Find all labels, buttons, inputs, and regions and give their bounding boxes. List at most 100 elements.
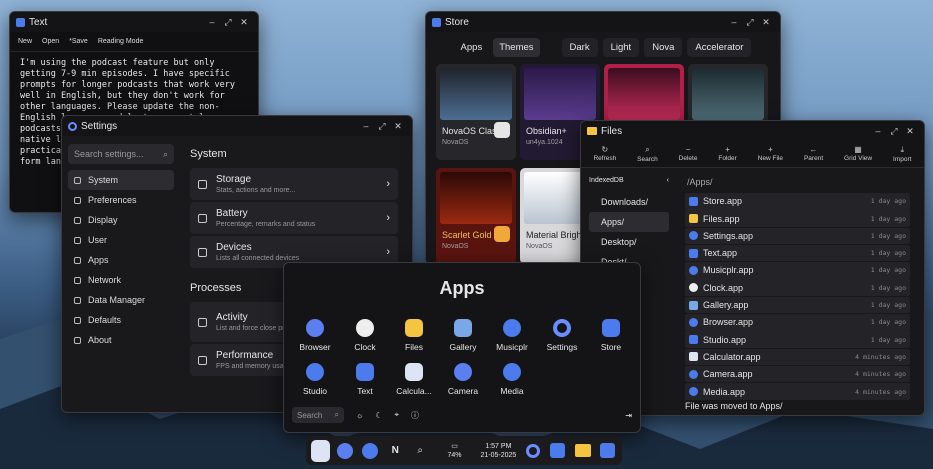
maximize-icon[interactable]: ⤢ [886,126,902,137]
taskbar-files-icon[interactable] [573,440,592,462]
sidebar-item-preferences[interactable]: Preferences [68,190,174,210]
file-row[interactable]: Calculator.app 4 minutes ago [685,348,910,366]
refresh-button[interactable]: ↻ Refresh [593,145,616,163]
theme-tile[interactable]: Scarlet Gold NovaOS [436,168,516,264]
sidebar-item-defaults[interactable]: Defaults [68,310,174,330]
delete-button[interactable]: − Delete [679,145,698,163]
app-gallery[interactable]: Gallery [438,319,488,352]
app-calculator[interactable]: Calcula... [389,363,439,396]
close-icon[interactable]: ✕ [390,121,406,132]
file-row[interactable]: Browser.app 1 day ago [685,314,910,331]
battery-icon [198,213,207,223]
theme-tile[interactable]: NovaOS Classic NovaOS [436,64,516,160]
text-titlebar[interactable]: Text – ⤢ ✕ [10,12,258,32]
maximize-icon[interactable]: ⤢ [742,17,758,28]
text-icon [600,443,616,458]
brightness-icon[interactable]: ☼ [356,411,363,420]
tab-themes[interactable]: Themes [493,38,540,57]
tree-item[interactable]: Desktop/ [589,232,669,252]
minimize-icon[interactable]: – [726,17,742,27]
parent-button[interactable]: ← Parent [804,145,823,163]
moon-icon[interactable]: ☾ [375,411,382,420]
tree-item[interactable]: Downloads/ [589,192,669,212]
files-titlebar[interactable]: Files – ⤢ ✕ [581,121,924,141]
taskbar-store-icon[interactable] [548,440,567,462]
download-icon[interactable] [494,226,510,242]
taskbar-nova-button[interactable]: N [386,440,405,462]
launcher-search-input[interactable]: Search ⌕ [292,407,344,423]
app-settings[interactable]: Settings [537,319,587,352]
info-icon[interactable]: ⓘ [411,410,419,421]
taskbar-clock[interactable]: 1:57 PM 21-05-2025 [479,442,517,460]
close-icon[interactable]: ✕ [902,126,918,137]
text-file-icon [689,248,698,258]
section-system-heading: System [190,148,227,160]
file-row[interactable]: Camera.app 4 minutes ago [685,365,910,383]
file-row[interactable]: Settings.app 1 day ago [685,227,910,245]
file-row[interactable]: Files.app 1 day ago [685,210,910,227]
download-icon[interactable] [494,122,510,138]
menu-new[interactable]: New [18,38,32,45]
new-folder-button[interactable]: + Folder [718,145,736,163]
close-icon[interactable]: ✕ [758,17,774,28]
taskbar-text-icon[interactable] [598,440,617,462]
taskbar-media-icon[interactable] [361,440,380,462]
file-row[interactable]: Musicplr.app 1 day ago [685,262,910,279]
app-media[interactable]: Media [487,363,537,396]
location-icon[interactable]: ⌖ [395,410,400,420]
sidebar-item-data-manager[interactable]: Data Manager [68,290,174,310]
taskbar-calculator-icon[interactable] [311,439,330,462]
minimize-icon[interactable]: – [204,17,220,27]
filter-nova[interactable]: Nova [644,38,683,57]
new-file-button[interactable]: + New File [758,145,783,163]
maximize-icon[interactable]: ⤢ [374,121,390,132]
settings-titlebar[interactable]: Settings – ⤢ ✕ [62,116,412,136]
close-icon[interactable]: ✕ [236,17,252,28]
menu-reading-mode[interactable]: Reading Mode [98,38,144,45]
taskbar-settings-icon[interactable] [523,440,542,462]
maximize-icon[interactable]: ⤢ [220,17,236,28]
tree-item-active[interactable]: Apps/ [589,212,669,232]
app-musicplr[interactable]: Musicplr [487,319,537,352]
apps-icon [74,256,81,264]
grid-view-button[interactable]: ▦ Grid View [844,145,872,163]
sidebar-item-system[interactable]: System [68,170,174,190]
file-row[interactable]: Text.app 1 day ago [685,244,910,262]
sidebar-item-user[interactable]: User [68,230,174,250]
taskbar-camera-icon[interactable] [336,440,355,462]
logout-icon[interactable]: ⇥ [625,411,632,420]
settings-search-input[interactable]: Search settings... ⌕ [68,144,174,164]
filter-light[interactable]: Light [602,38,640,57]
battery-card[interactable]: Battery Percentage, remarks and status › [190,202,398,234]
app-store[interactable]: Store [586,319,636,352]
app-camera[interactable]: Camera [438,363,488,396]
chevron-left-icon[interactable]: ‹ [667,177,669,184]
sidebar-item-network[interactable]: Network [68,270,174,290]
filter-dark[interactable]: Dark [561,38,598,57]
music-icon [503,319,521,337]
import-button[interactable]: ⤓ Import [893,145,911,163]
app-browser[interactable]: Browser [290,319,340,352]
app-text[interactable]: Text [340,363,390,396]
store-titlebar[interactable]: Store – ⤢ ✕ [426,12,780,32]
taskbar-search-icon[interactable]: ⌕ [411,440,430,462]
app-studio[interactable]: Studio [290,363,340,396]
storage-card[interactable]: Storage Stats, actions and more... › [190,168,398,200]
file-row[interactable]: Media.app 4 minutes ago [685,383,910,400]
filter-accelerator[interactable]: Accelerator [687,38,752,57]
minimize-icon[interactable]: – [870,126,886,136]
search-button[interactable]: ⌕ Search [637,145,658,163]
sidebar-item-about[interactable]: About [68,330,174,350]
file-row[interactable]: Studio.app 1 day ago [685,331,910,348]
file-row[interactable]: Store.app 1 day ago [685,193,910,210]
minimize-icon[interactable]: – [358,121,374,131]
menu-save[interactable]: *Save [69,38,88,45]
app-clock[interactable]: Clock [340,319,390,352]
sidebar-item-apps[interactable]: Apps [68,250,174,270]
sidebar-item-display[interactable]: Display [68,210,174,230]
menu-open[interactable]: Open [42,38,59,45]
app-files[interactable]: Files [389,319,439,352]
file-row[interactable]: Clock.app 1 day ago [685,279,910,296]
file-row[interactable]: Gallery.app 1 day ago [685,296,910,314]
tab-apps[interactable]: Apps [455,38,489,57]
